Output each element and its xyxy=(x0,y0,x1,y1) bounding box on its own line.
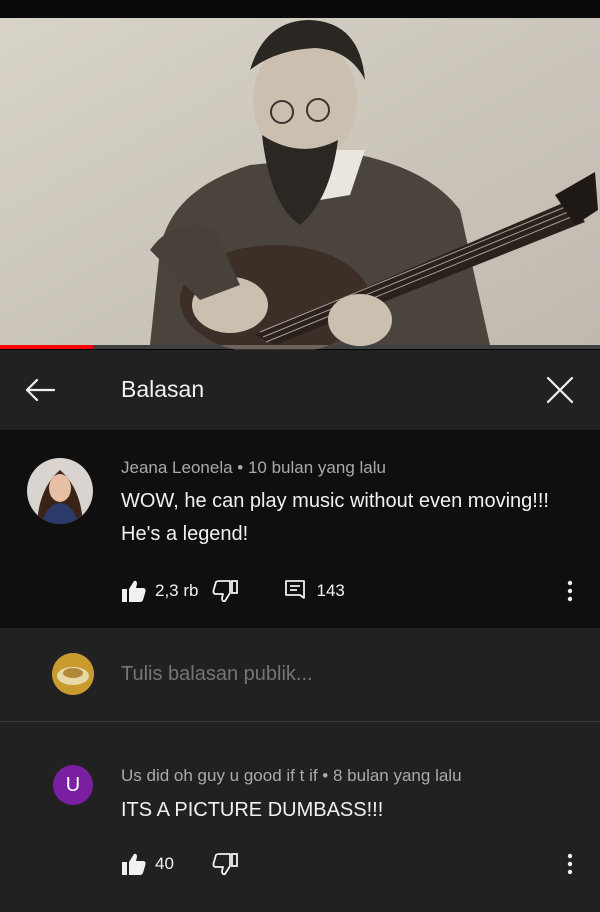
reply-count: 143 xyxy=(316,581,345,600)
comment-time: 10 bulan yang lalu xyxy=(247,458,386,477)
reply-comment: U Us did oh guy u good if t if • 8 bulan… xyxy=(0,722,600,912)
dislike-button[interactable] xyxy=(212,852,238,876)
avatar[interactable]: U xyxy=(53,765,93,805)
reply-composer xyxy=(0,628,600,722)
comment-meta: Us did oh guy u good if t if • 8 bulan y… xyxy=(121,766,462,786)
avatar[interactable] xyxy=(27,458,93,524)
video-progress-fill xyxy=(0,345,93,349)
meta-separator: • xyxy=(322,766,329,785)
like-button[interactable]: 40 xyxy=(121,852,174,876)
video-player[interactable] xyxy=(0,0,600,350)
comment-actions: 2,3 rb 143 xyxy=(121,578,345,604)
comment-thread-root: Jeana Leonela • 10 bulan yang lalu WOW, … xyxy=(0,430,600,628)
comment-time: 8 bulan yang lalu xyxy=(332,766,462,785)
more-options-button[interactable] xyxy=(560,578,580,604)
comment-author[interactable]: Us did oh guy u good if t if xyxy=(121,766,318,785)
my-avatar xyxy=(52,653,94,695)
comment-meta: Jeana Leonela • 10 bulan yang lalu xyxy=(121,458,386,478)
user-photo-icon xyxy=(52,653,94,695)
close-icon xyxy=(546,376,574,404)
thumbs-up-filled-icon xyxy=(122,580,146,602)
like-count: 2,3 rb xyxy=(155,581,199,600)
video-thumbnail-image xyxy=(0,0,600,350)
comment-text: WOW, he can play music without even movi… xyxy=(121,490,549,545)
back-button[interactable] xyxy=(22,372,58,408)
thumbs-down-icon xyxy=(212,853,238,876)
more-vert-icon xyxy=(567,580,573,602)
thumbs-down-icon xyxy=(212,580,239,603)
video-progress-bar[interactable] xyxy=(0,345,600,349)
thumbs-up-filled-icon xyxy=(122,853,146,875)
like-button[interactable]: 2,3 rb xyxy=(121,579,198,603)
comment-text: ITS A PICTURE DUMBASS!!! xyxy=(121,799,384,821)
page-title: Balasan xyxy=(121,376,205,402)
replies-button[interactable]: 143 xyxy=(284,579,345,603)
reply-icon xyxy=(285,580,306,599)
user-photo-icon xyxy=(27,458,93,524)
comment-actions: 40 xyxy=(121,851,238,877)
comment-author[interactable]: Jeana Leonela xyxy=(121,458,233,477)
more-options-button[interactable] xyxy=(560,851,580,877)
dislike-button[interactable] xyxy=(212,579,239,603)
meta-separator: • xyxy=(237,458,244,477)
more-vert-icon xyxy=(567,853,573,875)
close-button[interactable] xyxy=(540,370,580,410)
like-count: 40 xyxy=(155,854,174,873)
reply-input[interactable] xyxy=(121,663,541,686)
replies-header: Balasan xyxy=(0,350,600,430)
arrow-left-icon xyxy=(25,378,56,402)
